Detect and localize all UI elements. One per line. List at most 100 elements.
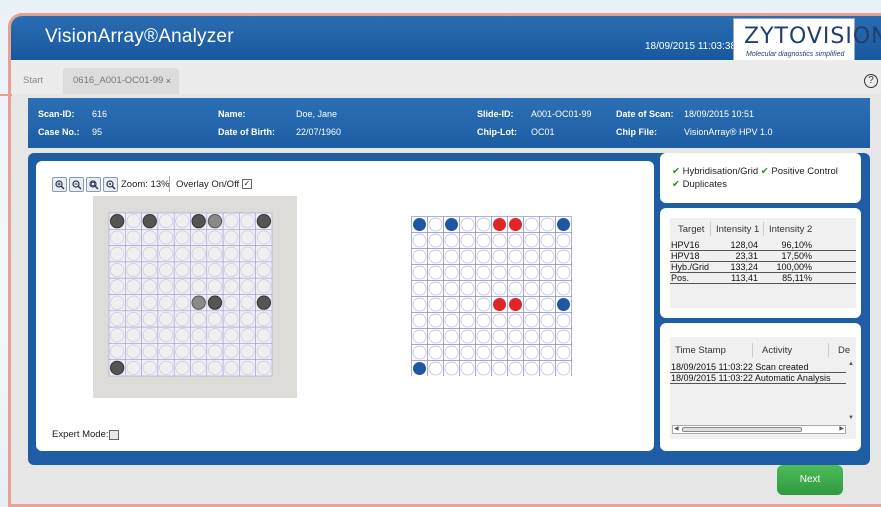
next-button[interactable]: Next xyxy=(777,465,843,495)
array-schematic[interactable] xyxy=(411,216,576,376)
array-cell[interactable] xyxy=(459,248,476,265)
array-cell[interactable] xyxy=(507,264,524,281)
array-cell[interactable] xyxy=(475,248,492,265)
array-cell[interactable] xyxy=(459,344,476,361)
array-cell[interactable] xyxy=(475,232,492,249)
array-cell[interactable] xyxy=(523,280,540,297)
array-cell[interactable] xyxy=(427,216,444,233)
array-cell[interactable] xyxy=(459,264,476,281)
array-cell[interactable] xyxy=(539,264,556,281)
array-cell[interactable] xyxy=(443,264,460,281)
array-cell[interactable] xyxy=(491,328,508,345)
array-cell[interactable] xyxy=(443,280,460,297)
array-cell[interactable] xyxy=(555,264,572,281)
expert-mode-checkbox[interactable] xyxy=(109,430,119,440)
array-cell[interactable] xyxy=(523,328,540,345)
array-cell[interactable] xyxy=(427,264,444,281)
array-cell[interactable] xyxy=(555,360,572,377)
array-cell[interactable] xyxy=(523,216,540,233)
scroll-left-icon[interactable]: ◀ xyxy=(674,425,679,432)
array-cell[interactable] xyxy=(427,360,444,377)
array-cell[interactable] xyxy=(475,360,492,377)
column-header-details[interactable]: De xyxy=(838,345,850,356)
array-cell[interactable] xyxy=(411,232,428,249)
array-cell[interactable] xyxy=(459,296,476,313)
array-cell[interactable] xyxy=(475,216,492,233)
array-cell[interactable] xyxy=(491,264,508,281)
array-cell[interactable] xyxy=(539,216,556,233)
array-cell[interactable] xyxy=(411,312,428,329)
array-cell[interactable] xyxy=(555,328,572,345)
array-cell[interactable] xyxy=(507,248,524,265)
array-cell[interactable] xyxy=(555,248,572,265)
zoom-fit-icon[interactable] xyxy=(86,177,101,192)
array-cell[interactable] xyxy=(507,328,524,345)
scrollbar-thumb[interactable] xyxy=(682,427,802,432)
array-cell[interactable] xyxy=(539,312,556,329)
array-cell[interactable] xyxy=(491,312,508,329)
array-cell[interactable] xyxy=(411,248,428,265)
array-cell[interactable] xyxy=(555,232,572,249)
close-tab-icon[interactable]: × xyxy=(166,76,171,86)
array-cell[interactable] xyxy=(555,280,572,297)
array-cell[interactable] xyxy=(475,344,492,361)
array-cell[interactable] xyxy=(491,248,508,265)
array-cell[interactable] xyxy=(523,264,540,281)
array-cell[interactable] xyxy=(427,344,444,361)
scroll-up-icon[interactable]: ▲ xyxy=(848,361,854,367)
array-cell[interactable] xyxy=(539,360,556,377)
array-cell[interactable] xyxy=(491,360,508,377)
column-header-intensity-2[interactable]: Intensity 2 xyxy=(769,224,812,235)
array-cell[interactable] xyxy=(427,296,444,313)
array-cell[interactable] xyxy=(475,280,492,297)
scroll-down-icon[interactable]: ▼ xyxy=(848,415,854,421)
zoom-out-icon[interactable] xyxy=(69,177,84,192)
array-cell[interactable] xyxy=(539,296,556,313)
array-cell[interactable] xyxy=(411,296,428,313)
array-cell[interactable] xyxy=(523,344,540,361)
array-cell[interactable] xyxy=(539,248,556,265)
array-cell[interactable] xyxy=(443,248,460,265)
array-cell[interactable] xyxy=(555,344,572,361)
array-cell[interactable] xyxy=(443,344,460,361)
array-cell[interactable] xyxy=(539,344,556,361)
column-header-timestamp[interactable]: Time Stamp xyxy=(675,345,726,356)
array-cell[interactable] xyxy=(459,328,476,345)
array-cell[interactable] xyxy=(411,344,428,361)
array-cell[interactable] xyxy=(491,280,508,297)
array-cell[interactable] xyxy=(523,296,540,313)
array-cell[interactable] xyxy=(475,264,492,281)
array-cell[interactable] xyxy=(443,360,460,377)
array-cell[interactable] xyxy=(459,312,476,329)
array-cell[interactable] xyxy=(411,280,428,297)
array-cell[interactable] xyxy=(459,216,476,233)
help-icon[interactable]: ? xyxy=(864,74,878,88)
zoom-reset-icon[interactable] xyxy=(103,177,118,192)
array-cell[interactable] xyxy=(443,232,460,249)
tab-start[interactable]: Start xyxy=(13,68,53,94)
array-cell[interactable] xyxy=(459,280,476,297)
array-cell[interactable] xyxy=(411,264,428,281)
array-cell[interactable] xyxy=(539,280,556,297)
array-cell[interactable] xyxy=(427,312,444,329)
array-cell[interactable] xyxy=(427,280,444,297)
array-cell[interactable] xyxy=(475,328,492,345)
column-header-intensity-1[interactable]: Intensity 1 xyxy=(716,224,759,235)
array-cell[interactable] xyxy=(443,328,460,345)
array-cell[interactable] xyxy=(491,344,508,361)
zoom-in-icon[interactable] xyxy=(52,177,67,192)
array-cell[interactable] xyxy=(539,328,556,345)
array-cell[interactable] xyxy=(507,280,524,297)
array-cell[interactable] xyxy=(475,312,492,329)
array-cell[interactable] xyxy=(443,312,460,329)
array-cell[interactable] xyxy=(523,312,540,329)
array-cell[interactable] xyxy=(459,360,476,377)
array-cell[interactable] xyxy=(475,296,492,313)
array-cell[interactable] xyxy=(459,232,476,249)
array-cell[interactable] xyxy=(427,328,444,345)
array-cell[interactable] xyxy=(523,360,540,377)
array-cell[interactable] xyxy=(507,312,524,329)
array-cell[interactable] xyxy=(427,248,444,265)
array-cell[interactable] xyxy=(491,232,508,249)
array-cell[interactable] xyxy=(523,232,540,249)
